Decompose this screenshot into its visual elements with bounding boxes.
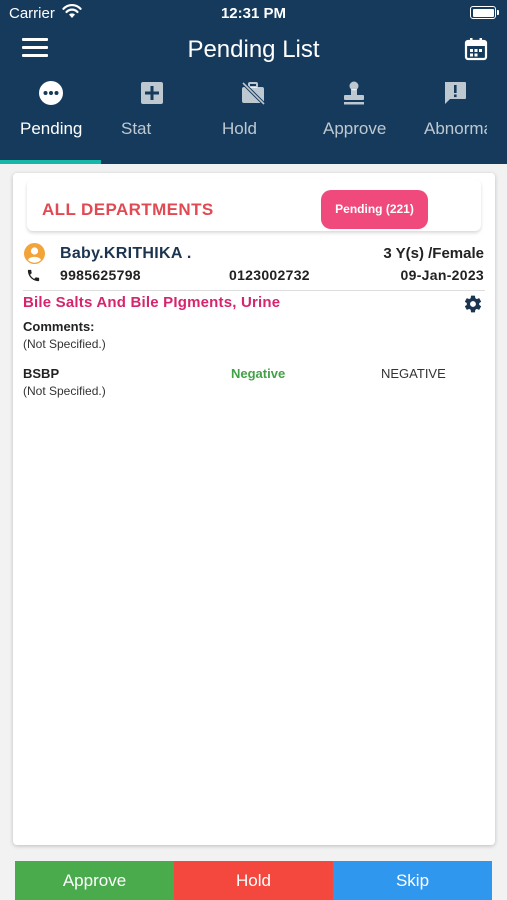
test-name[interactable]: Bile Salts And Bile PIgments, Urine: [23, 294, 280, 311]
parameter-result[interactable]: Negative: [231, 366, 285, 381]
user-circle-icon: [24, 243, 45, 264]
action-bar: Approve Hold Skip: [15, 861, 492, 900]
calendar-icon[interactable]: [463, 36, 489, 62]
approve-button[interactable]: Approve: [15, 861, 174, 900]
tab-bar: Pending Stat Hold Approve Abnorm: [0, 74, 507, 164]
status-bar: Carrier 12:31 PM: [0, 0, 507, 28]
patient-phone: 9985625798: [60, 267, 141, 283]
tab-approve-label: Approve: [323, 119, 386, 138]
department-title: ALL DEPARTMENTS: [42, 200, 214, 219]
skip-button[interactable]: Skip: [333, 861, 492, 900]
tab-approve[interactable]: Approve: [303, 74, 404, 164]
pending-card: ALL DEPARTMENTS Pending (221) Baby.KRITH…: [13, 173, 495, 845]
more-horizontal-circle-icon: [38, 81, 63, 105]
tab-hold-label: Hold: [222, 119, 257, 138]
hold-button[interactable]: Hold: [174, 861, 333, 900]
patient-name[interactable]: Baby.KRITHIKA .: [60, 245, 192, 263]
alert-message-icon: [444, 82, 466, 104]
department-header: ALL DEPARTMENTS Pending (221): [27, 179, 481, 231]
page-title: Pending List: [187, 36, 320, 63]
gear-icon[interactable]: [463, 294, 483, 314]
tab-hold[interactable]: Hold: [202, 74, 303, 164]
tab-stat[interactable]: Stat: [101, 74, 202, 164]
parameter-name: BSBP: [23, 366, 60, 381]
tab-stat-label: Stat: [121, 119, 152, 138]
tab-pending[interactable]: Pending: [0, 74, 101, 164]
sample-id: 0123002732: [229, 267, 310, 283]
active-tab-indicator: [0, 160, 101, 164]
comments-value: (Not Specified.): [23, 337, 106, 351]
tab-abnormal-label: Abnormal: [424, 119, 487, 138]
divider: [23, 290, 485, 291]
tab-pending-label: Pending: [20, 119, 83, 138]
parameter-reference: NEGATIVE: [381, 366, 446, 381]
patient-age-gender: 3 Y(s) /Female: [383, 245, 484, 262]
app-header: Carrier 12:31 PM Pending List Pending St…: [0, 0, 507, 164]
plus-box-icon: [140, 82, 163, 104]
battery-icon: [470, 6, 499, 19]
briefcase-off-icon: [241, 81, 265, 106]
comments-label: Comments:: [23, 319, 95, 334]
phone-icon: [27, 269, 40, 282]
status-time: 12:31 PM: [220, 5, 287, 22]
registration-date: 09-Jan-2023: [400, 267, 484, 283]
stamp-icon: [343, 81, 364, 105]
tab-abnormal[interactable]: Abnormal: [404, 74, 505, 164]
pending-count-badge[interactable]: Pending (221): [321, 190, 428, 229]
parameter-comment: (Not Specified.): [23, 384, 106, 398]
